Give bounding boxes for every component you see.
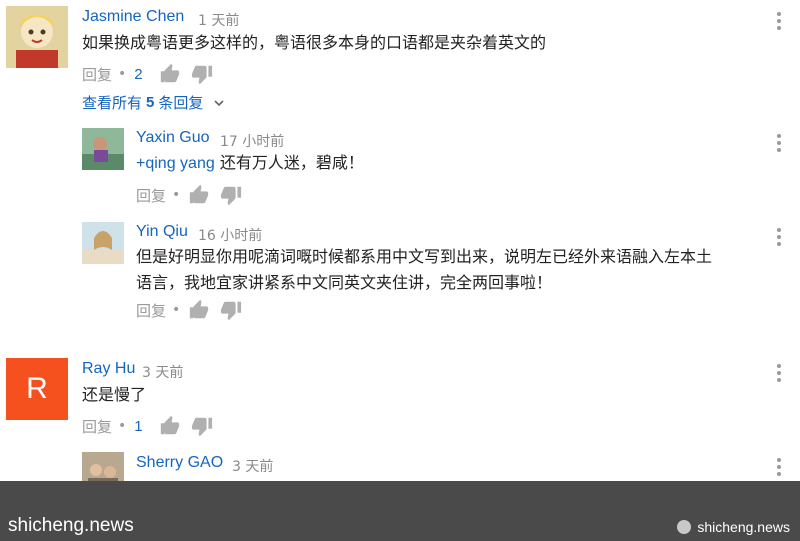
chevron-down-icon [214,99,224,106]
comment-text: 还是慢了 [82,385,147,404]
more-options-icon[interactable] [776,12,782,33]
more-options-icon[interactable] [776,228,782,249]
timestamp[interactable]: 1 天前 [198,10,239,30]
avatar[interactable] [82,128,124,170]
avatar[interactable] [6,6,68,68]
view-replies-prefix: 查看所有 [82,94,143,112]
view-all-replies-link[interactable]: 查看所有 5 条回复 [82,92,227,113]
comment-text-line: 语言，我地宜家讲紧系中文同英文夹住讲，完全两回事啦！ [136,273,553,292]
thumbs-up-icon[interactable] [188,184,210,206]
comment-text-line: 但是好明显你用呢滴词嘅时候都系用中文写到出来，说明左已经外来语融入左本土 [136,247,713,266]
comment-text: 如果换成粤语更多这样的，粤语很多本身的口语都是夹杂着英文的 [82,33,547,52]
reply-button[interactable]: 回复 [82,64,112,85]
view-replies-suffix: 条回复 [158,94,204,112]
comment-actions: 回复 • [136,183,252,207]
separator-dot: • [118,418,127,434]
like-count: 2 [134,65,143,83]
watermark-left: shicheng.news [8,515,134,536]
watermark-footer: shicheng.news shicheng.news [0,481,800,541]
reply-button[interactable]: 回复 [82,416,112,437]
avatar[interactable] [82,222,124,264]
comment-actions: 回复 • 2 [82,62,223,86]
mention-link[interactable]: +qing yang [136,155,215,172]
timestamp[interactable]: 17 小时前 [220,131,284,151]
author-name[interactable]: Ray Hu [82,360,135,378]
watermark-logo-icon [677,520,692,534]
thumbs-up-icon[interactable] [159,63,181,85]
author-name[interactable]: Yaxin Guo [136,129,210,147]
author-name[interactable]: Jasmine Chen [82,8,184,26]
reply-button[interactable]: 回复 [136,185,166,206]
like-count: 1 [134,417,143,435]
thumbs-down-icon[interactable] [220,299,242,321]
watermark-right-text: shicheng.news [697,519,790,535]
letter-avatar: R [6,358,68,420]
separator-dot: • [118,66,127,82]
comment-text: +qing yang 还有万人迷，碧咸！ [136,150,364,177]
avatar[interactable]: R [6,358,68,420]
separator-dot: • [172,187,181,203]
separator-dot: • [172,302,181,318]
reply-count: 5 [146,94,155,111]
comment-text: 但是好明显你用呢滴词嘅时候都系用中文写到出来，说明左已经外来语融入左本土 语言，… [136,244,766,296]
more-options-icon[interactable] [776,364,782,385]
timestamp[interactable]: 16 小时前 [198,225,262,245]
timestamp[interactable]: 3 天前 [142,362,183,382]
timestamp[interactable]: 3 天前 [232,456,273,476]
comment-actions: 回复 • 1 [82,414,223,438]
comment-actions: 回复 • [136,298,252,322]
thumbs-down-icon[interactable] [191,63,213,85]
thumbs-down-icon[interactable] [220,184,242,206]
more-options-icon[interactable] [776,134,782,155]
thumbs-up-icon[interactable] [159,415,181,437]
author-name[interactable]: Yin Qiu [136,223,188,241]
comment-body: 还有万人迷，碧咸！ [219,153,364,172]
thumbs-up-icon[interactable] [188,299,210,321]
watermark-right: shicheng.news [677,519,790,535]
author-name[interactable]: Sherry GAO [136,454,223,472]
more-options-icon[interactable] [776,458,782,479]
thumbs-down-icon[interactable] [191,415,213,437]
reply-button[interactable]: 回复 [136,300,166,321]
